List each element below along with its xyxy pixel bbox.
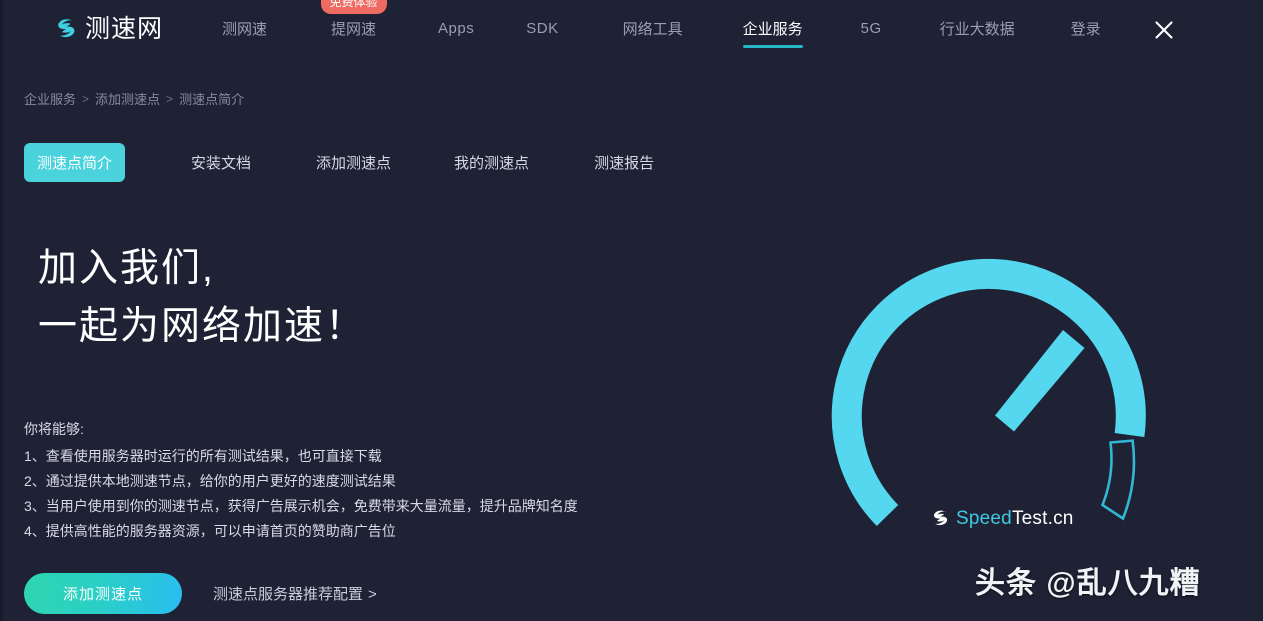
speedometer-illustration: SpeedTest.cn [811,222,1201,552]
nav-item-label: 测网速 [222,21,267,38]
benefits-title: 你将能够: [24,417,784,442]
hero-line-1: 加入我们, [38,240,738,298]
wordmark-accent: Speed [956,508,1012,529]
site-logo-text: 测速网 [85,17,163,42]
tab-label: 测速报告 [594,155,654,172]
breadcrumb-item-1[interactable]: 企业服务 [24,89,76,108]
tab-label: 安装文档 [191,155,251,172]
gauge-needle-icon [995,330,1085,432]
nav-item-4[interactable]: SDK [526,14,558,45]
gauge-filled-arc [847,274,1131,516]
benefit-item-4: 4、提供高性能的服务器资源，可以申请首页的赞助商广告位 [24,519,784,544]
tab-label: 我的测速点 [454,155,529,172]
wordmark-plain: Test.cn [1012,508,1074,529]
benefit-item-2: 2、通过提供本地测速节点，给你的用户更好的速度测试结果 [24,469,784,494]
nav-item-1[interactable]: 测网速 [222,12,267,47]
speedtest-wordmark-text: SpeedTest.cn [956,509,1074,528]
nav-item-badge: 免费体验 [321,0,387,14]
nav-item-label: 行业大数据 [940,21,1015,38]
tab-2[interactable]: 安装文档 [191,152,251,173]
page-root: 测速网 测网速提网速免费体验AppsSDK网络工具企业服务5G行业大数据登录 企… [0,0,1263,621]
main-nav: 测网速提网速免费体验AppsSDK网络工具企业服务5G行业大数据登录 [222,0,1101,58]
tab-3[interactable]: 添加测速点 [316,152,391,173]
benefit-item-1: 1、查看使用服务器时运行的所有测试结果，也可直接下载 [24,444,784,469]
speedtest-swoosh-icon [929,508,950,529]
breadcrumb-item-3: 测速点简介 [179,89,244,108]
site-logo[interactable]: 测速网 [52,12,163,46]
breadcrumb-item-2[interactable]: 添加测速点 [95,89,160,108]
nav-item-label: 5G [861,20,882,37]
nav-item-7[interactable]: 5G [861,14,882,45]
nav-item-label: 网络工具 [623,21,683,38]
speedtest-wordmark: SpeedTest.cn [929,505,1074,531]
breadcrumb: 企业服务 > 添加测速点 > 测速点简介 [24,89,244,108]
section-tabs: 测速点简介 安装文档 添加测速点 我的测速点 测速报告 [24,143,654,182]
close-icon[interactable] [1152,18,1176,42]
speedtest-swoosh-icon [52,16,78,42]
tab-4[interactable]: 我的测速点 [454,152,529,173]
server-recommended-config-link[interactable]: 测速点服务器推荐配置 > [213,583,377,604]
nav-item-3[interactable]: Apps [438,14,474,45]
site-header: 测速网 测网速提网速免费体验AppsSDK网络工具企业服务5G行业大数据登录 [0,0,1263,58]
tab-5[interactable]: 测速报告 [594,152,654,173]
nav-item-6[interactable]: 企业服务 [743,12,803,47]
tab-1[interactable]: 测速点简介 [24,143,125,182]
nav-item-label: SDK [526,20,558,37]
benefit-item-3: 3、当用户使用到你的测速节点，获得广告展示机会，免费带来大量流量，提升品牌知名度 [24,494,784,519]
nav-item-label: Apps [438,20,474,37]
benefits-items: 1、查看使用服务器时运行的所有测试结果，也可直接下载2、通过提供本地测速节点，给… [24,444,784,544]
nav-item-5[interactable]: 网络工具 [623,12,683,47]
benefits-list: 你将能够: 1、查看使用服务器时运行的所有测试结果，也可直接下载2、通过提供本地… [24,417,784,544]
hero-line-2: 一起为网络加速！ [38,298,738,356]
nav-active-underline [743,45,803,48]
hero-heading: 加入我们, 一起为网络加速！ [38,240,738,356]
nav-item-8[interactable]: 行业大数据 [940,12,1015,47]
add-speedtest-node-button[interactable]: 添加测速点 [24,573,182,614]
watermark: 头条 @乱八九糟 [975,569,1201,599]
nav-item-label: 登录 [1071,21,1101,38]
tab-label: 测速点简介 [37,155,112,172]
speedometer-gauge-icon [811,222,1201,552]
chevron-right-icon: > [368,586,377,603]
nav-item-label: 企业服务 [743,21,803,38]
breadcrumb-separator: > [166,92,173,106]
nav-item-label: 提网速 [331,21,376,38]
nav-item-9[interactable]: 登录 [1071,12,1101,47]
cta-row: 添加测速点 测速点服务器推荐配置 > [24,573,377,614]
gauge-remaining-arc [1103,441,1134,519]
nav-item-2[interactable]: 提网速免费体验 [331,12,376,47]
tab-label: 添加测速点 [316,155,391,172]
server-recommended-config-label: 测速点服务器推荐配置 [213,586,363,603]
breadcrumb-separator: > [82,92,89,106]
